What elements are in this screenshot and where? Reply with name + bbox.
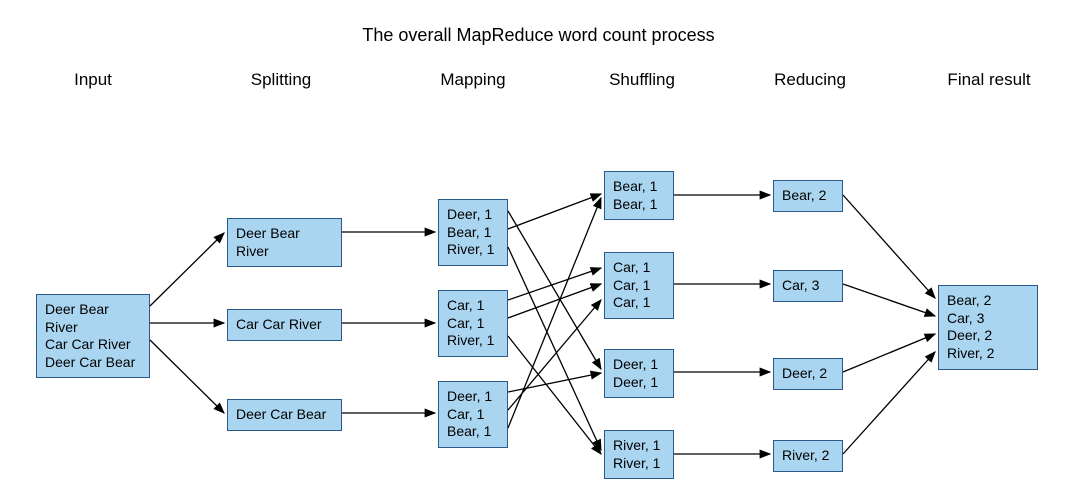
input-line: Deer Bear River — [45, 301, 141, 336]
reduce-text: Bear, 2 — [782, 187, 826, 203]
map-node-2: Car, 1 Car, 1 River, 1 — [438, 290, 508, 357]
stage-header-input: Input — [74, 70, 112, 90]
input-line: Deer Car Bear — [45, 354, 141, 372]
stage-header-reducing: Reducing — [774, 70, 846, 90]
split-text: Deer Car Bear — [236, 406, 326, 422]
split-node-2: Car Car River — [227, 309, 342, 341]
shuffle-node-deer: Deer, 1 Deer, 1 — [604, 349, 674, 398]
shuffle-node-bear: Bear, 1 Bear, 1 — [604, 171, 674, 220]
map-line: River, 1 — [447, 241, 499, 259]
shuffle-line: Car, 1 — [613, 294, 665, 312]
map-line: Car, 1 — [447, 297, 499, 315]
split-text: Car Car River — [236, 316, 322, 332]
split-node-1: Deer Bear River — [227, 218, 342, 267]
shuffle-node-river: River, 1 River, 1 — [604, 430, 674, 479]
shuffle-line: Car, 1 — [613, 259, 665, 277]
reduce-node-deer: Deer, 2 — [773, 358, 843, 390]
final-line: Bear, 2 — [947, 292, 1029, 310]
map-line: Deer, 1 — [447, 206, 499, 224]
map-line: Bear, 1 — [447, 423, 499, 441]
map-line: River, 1 — [447, 332, 499, 350]
map-node-1: Deer, 1 Bear, 1 River, 1 — [438, 199, 508, 266]
reduce-text: Deer, 2 — [782, 365, 827, 381]
diagram-title: The overall MapReduce word count process — [0, 25, 1077, 46]
shuffle-node-car: Car, 1 Car, 1 Car, 1 — [604, 252, 674, 319]
final-node: Bear, 2 Car, 3 Deer, 2 River, 2 — [938, 285, 1038, 370]
final-line: Deer, 2 — [947, 327, 1029, 345]
shuffle-line: Deer, 1 — [613, 356, 665, 374]
reduce-node-river: River, 2 — [773, 440, 843, 472]
final-line: River, 2 — [947, 345, 1029, 363]
split-text: Deer Bear River — [236, 225, 300, 259]
input-line: Car Car River — [45, 336, 141, 354]
reduce-text: Car, 3 — [782, 277, 819, 293]
split-node-3: Deer Car Bear — [227, 399, 342, 431]
reduce-node-bear: Bear, 2 — [773, 180, 843, 212]
reduce-node-car: Car, 3 — [773, 270, 843, 302]
stage-header-splitting: Splitting — [251, 70, 311, 90]
map-line: Bear, 1 — [447, 224, 499, 242]
shuffle-line: Bear, 1 — [613, 178, 665, 196]
final-line: Car, 3 — [947, 310, 1029, 328]
shuffle-line: Car, 1 — [613, 277, 665, 295]
shuffle-line: Bear, 1 — [613, 196, 665, 214]
stage-header-shuffling: Shuffling — [609, 70, 675, 90]
map-line: Car, 1 — [447, 406, 499, 424]
arrows-layer — [0, 0, 1077, 500]
stage-header-mapping: Mapping — [440, 70, 505, 90]
map-node-3: Deer, 1 Car, 1 Bear, 1 — [438, 381, 508, 448]
input-node: Deer Bear River Car Car River Deer Car B… — [36, 294, 150, 378]
map-line: Deer, 1 — [447, 388, 499, 406]
shuffle-line: Deer, 1 — [613, 374, 665, 392]
stage-header-final: Final result — [947, 70, 1030, 90]
shuffle-line: River, 1 — [613, 455, 665, 473]
shuffle-line: River, 1 — [613, 437, 665, 455]
reduce-text: River, 2 — [782, 447, 829, 463]
map-line: Car, 1 — [447, 315, 499, 333]
